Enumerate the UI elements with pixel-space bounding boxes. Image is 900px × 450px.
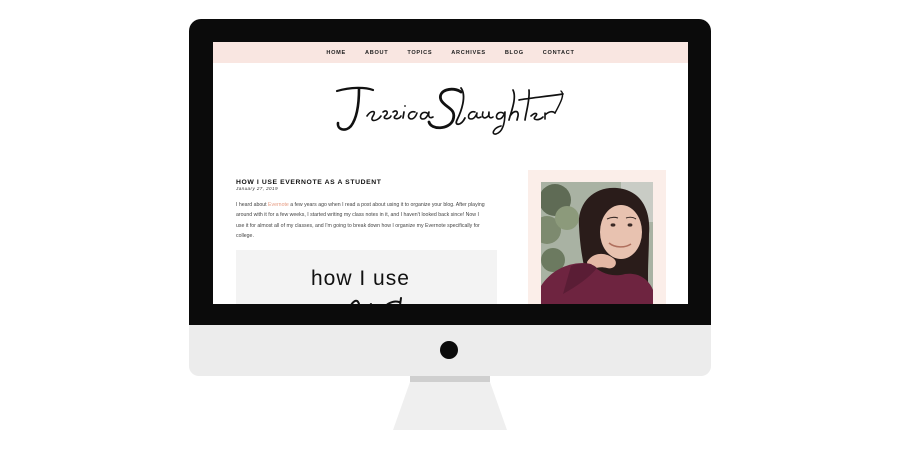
nav-about[interactable]: ABOUT (365, 50, 388, 56)
author-photo[interactable] (541, 182, 653, 304)
nav-blog[interactable]: BLOG (505, 50, 524, 56)
site-logo[interactable] (333, 82, 569, 138)
evernote-link[interactable]: Evernote (268, 202, 289, 208)
browser-screen: HOME ABOUT TOPICS ARCHIVES BLOG CONTACT … (213, 42, 688, 304)
featured-script-swash (350, 297, 402, 304)
featured-image-text: how I use (311, 267, 410, 290)
monitor-stand-neck (410, 376, 490, 382)
nav-contact[interactable]: CONTACT (543, 50, 575, 56)
nav-topics[interactable]: TOPICS (407, 50, 432, 56)
nav-archives[interactable]: ARCHIVES (451, 50, 486, 56)
nav-home[interactable]: HOME (326, 50, 346, 56)
camera-dot-icon (440, 341, 458, 359)
top-navigation: HOME ABOUT TOPICS ARCHIVES BLOG CONTACT (213, 42, 688, 63)
post-title[interactable]: HOW I USE EVERNOTE AS A STUDENT (236, 179, 381, 186)
post-date: January 27, 2019 (236, 186, 278, 191)
post-body-prefix: I heard about (236, 202, 269, 208)
featured-image[interactable]: how I use (236, 250, 497, 304)
post-body: I heard about Evernote a few years ago w… (236, 200, 486, 241)
monitor-stand (393, 382, 507, 430)
